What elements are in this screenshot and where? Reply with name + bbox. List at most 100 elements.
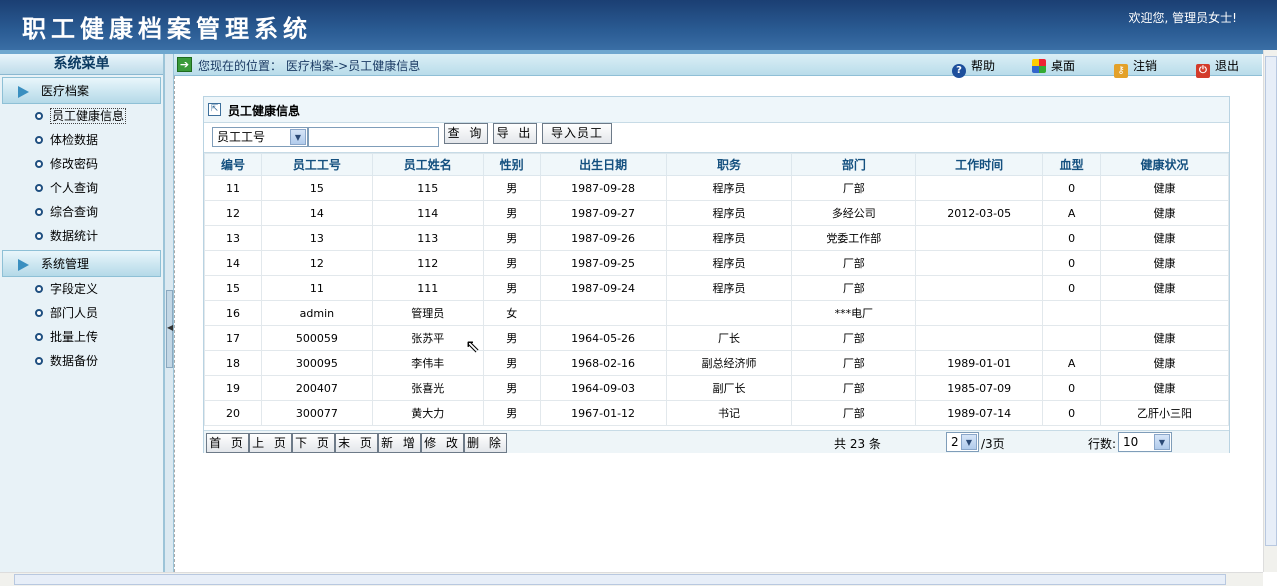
last-page-button[interactable]: 末 页 (335, 433, 378, 453)
first-page-button[interactable]: 首 页 (206, 433, 249, 453)
edit-button[interactable]: 修 改 (421, 433, 464, 453)
sidebar-item-field-def[interactable]: 字段定义 (0, 277, 163, 301)
table-cell: 11 (204, 175, 262, 201)
table-cell: 500059 (260, 325, 373, 351)
sidebar-splitter[interactable]: ◀ (164, 54, 174, 572)
sidebar-item-label: 员工健康信息 (50, 108, 127, 124)
table-cell: 副总经济师 (665, 350, 793, 376)
sidebar-item-label: 修改密码 (50, 157, 99, 171)
export-button[interactable]: 导 出 (493, 123, 537, 144)
table-cell: 程序员 (665, 175, 793, 201)
table-cell: 健康 (1100, 350, 1229, 376)
delete-button[interactable]: 删 除 (464, 433, 507, 453)
table-cell: 114 (371, 200, 484, 226)
table-row[interactable]: 18 300095 李伟丰男 1968-02-16 副总经济师 厂部 1989-01-01 A… (204, 350, 1229, 376)
table-header-row: 编号 员工工号 员工姓名 性别 出生日期 职务 部门 工作时间 血型 健康状况 (204, 153, 1229, 176)
table-cell: 健康 (1100, 200, 1229, 226)
table-cell: 18 (204, 350, 262, 376)
total-count: 共 23 条 (834, 437, 881, 451)
sidebar-item-label: 数据统计 (50, 229, 99, 243)
table-cell: 男 (482, 350, 541, 376)
chevron-down-icon: ▼ (961, 434, 977, 450)
sidebar-item-statistics[interactable]: 数据统计 (0, 224, 163, 248)
page-value: 2 (951, 435, 959, 449)
table-cell (1100, 300, 1229, 326)
table-cell (665, 300, 793, 326)
sidebar-item-backup[interactable]: 数据备份 (0, 349, 163, 373)
table-cell: 健康 (1100, 175, 1229, 201)
table-cell: 书记 (665, 400, 793, 426)
sidebar-group-system[interactable]: 系统管理 (2, 250, 161, 277)
collapse-arrow-icon[interactable]: ⇱ (208, 103, 221, 116)
search-input[interactable] (308, 127, 439, 147)
table-cell: 厂部 (791, 275, 917, 301)
table-cell: 17 (204, 325, 262, 351)
query-button[interactable]: 查 询 (444, 123, 488, 144)
desktop-button[interactable]: 桌面 (1032, 57, 1075, 74)
table-cell: 程序员 (665, 275, 793, 301)
chevron-down-icon: ▼ (1154, 434, 1170, 450)
table-cell: 男 (482, 250, 541, 276)
sidebar-item-combined-query[interactable]: 综合查询 (0, 200, 163, 224)
table-row[interactable]: 12 14 114 男 1987-09-27 程序员 多经公司 2012-03-05 A 健康 (204, 200, 1229, 226)
table-cell: 15 (260, 175, 373, 201)
sidebar-item-dept-staff[interactable]: 部门人员 (0, 301, 163, 325)
prev-page-button[interactable]: 上 页 (249, 433, 292, 453)
scrollbar-thumb[interactable] (1265, 56, 1277, 546)
table-cell: 16 (204, 300, 262, 326)
bullet-icon (35, 309, 43, 317)
sidebar-item-change-password[interactable]: 修改密码 (0, 152, 163, 176)
table-cell: 1968-02-16 (539, 350, 667, 376)
table-cell: 1985-07-09 (915, 375, 1044, 401)
exit-button[interactable]: ⏻ 退出 (1196, 57, 1239, 78)
table-row[interactable]: 16 admin 管理员女 ***电厂 (204, 300, 1229, 326)
next-page-button[interactable]: 下 页 (292, 433, 335, 453)
table-row[interactable]: 13 13 113 男 1987-09-26 程序员 党委工作部 0 健康 (204, 225, 1229, 251)
vertical-scrollbar[interactable] (1263, 50, 1277, 572)
table-cell (915, 250, 1044, 276)
import-employee-button[interactable]: 导入员工 (542, 123, 612, 144)
table-cell (915, 275, 1044, 301)
help-button[interactable]: ? 帮助 (952, 57, 995, 78)
column-header: 工作时间 (915, 153, 1044, 176)
sidebar-item-employee-health[interactable]: 员工健康信息 (0, 104, 163, 128)
rows-per-page-select[interactable]: 10 ▼ (1118, 432, 1172, 452)
scrollbar-thumb[interactable] (14, 574, 1226, 585)
bullet-icon (35, 160, 43, 168)
page-select[interactable]: 2 ▼ (946, 432, 979, 452)
table-cell: 12 (260, 250, 373, 276)
column-header: 员工工号 (260, 153, 373, 176)
table-row[interactable]: 19 200407 张喜光男 1964-09-03 副厂长 厂部 1985-07-09 0 健康 (204, 375, 1229, 401)
table-row[interactable]: 20 300077 黄大力男 1967-01-12 书记 厂部 1989-07-14 0 乙肝小… (204, 400, 1229, 426)
table-cell: 2012-03-05 (915, 200, 1044, 226)
sidebar-item-label: 个人查询 (50, 181, 99, 195)
table-cell: 厂部 (791, 350, 917, 376)
search-field-select[interactable]: 员工工号 ▼ (212, 127, 308, 147)
table-row[interactable]: 17 500059 张苏平男 1964-05-26 厂长 厂部 健康 (204, 325, 1229, 351)
table-cell: 厂部 (791, 375, 917, 401)
table-cell: 300077 (260, 400, 373, 426)
bullet-icon (35, 112, 43, 120)
desktop-label: 桌面 (1051, 59, 1076, 73)
logout-button[interactable]: ⚷ 注销 (1114, 57, 1157, 78)
table-row[interactable]: 14 12 112 男 1987-09-25 程序员 厂部 0 健康 (204, 250, 1229, 276)
collapse-handle[interactable]: ◀ (166, 290, 173, 368)
sidebar-item-batch-upload[interactable]: 批量上传 (0, 325, 163, 349)
column-header: 员工姓名 (371, 153, 484, 176)
sidebar-group-medical-records[interactable]: 医疗档案 (2, 77, 161, 104)
table-cell: 程序员 (665, 200, 793, 226)
sidebar-item-exam-data[interactable]: 体检数据 (0, 128, 163, 152)
employee-health-panel: ⇱ 员工健康信息 员工工号 ▼ 查 询 导 出 导入员工 编号 员工工号 员工姓名 性别… (203, 96, 1230, 453)
column-header: 职务 (665, 153, 793, 176)
add-button[interactable]: 新 增 (378, 433, 421, 453)
horizontal-scrollbar[interactable] (0, 572, 1263, 586)
table-row[interactable]: 11 15 115 男 1987-09-28 程序员 厂部 0 健康 (204, 175, 1229, 201)
table-cell: 111 (371, 275, 484, 301)
table-cell: 11 (260, 275, 373, 301)
sidebar-item-personal-query[interactable]: 个人查询 (0, 176, 163, 200)
panel-header: ⇱ 员工健康信息 (204, 97, 1229, 123)
table-row[interactable]: 15 11 111 男 1987-09-24 程序员 厂部 0 健康 (204, 275, 1229, 301)
table-cell: 多经公司 (791, 200, 917, 226)
mouse-cursor-icon: ⇖ (465, 336, 481, 357)
column-header: 出生日期 (539, 153, 667, 176)
